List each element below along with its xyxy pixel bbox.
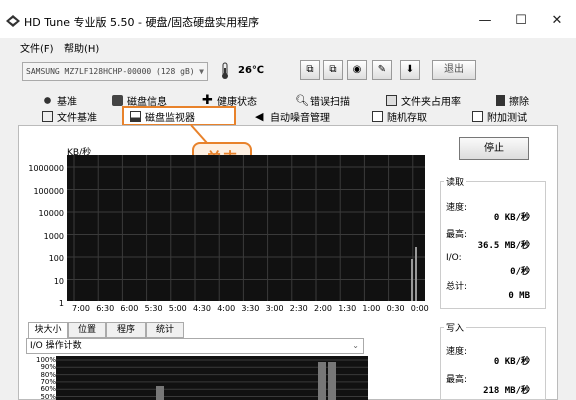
- x-tick-label: 1:30: [338, 304, 357, 313]
- app-icon: [6, 15, 20, 27]
- benchmark-icon: [42, 94, 53, 106]
- x-tick-label: 5:30: [144, 304, 163, 313]
- read-speed-value: 0 KB/秒: [493, 213, 530, 223]
- health-icon: ✚: [202, 92, 213, 108]
- maximize-button[interactable]: ☐: [504, 10, 538, 32]
- x-tick-label: 1:00: [362, 304, 381, 313]
- transfer-chart: [67, 155, 425, 303]
- tab-random-access[interactable]: 随机存取: [372, 108, 427, 124]
- subtab-position[interactable]: 位置: [68, 322, 106, 338]
- subtab-program[interactable]: 程序: [106, 322, 146, 338]
- activity-spike: [415, 247, 417, 301]
- write-speed-value: 0 KB/秒: [493, 357, 530, 367]
- random-access-icon: [372, 110, 383, 122]
- x-tick-label: 2:30: [289, 304, 308, 313]
- y-tick-label: 1: [58, 299, 64, 308]
- tab-error-scan[interactable]: 🔍︎ 错误扫描: [295, 92, 350, 108]
- drive-select[interactable]: SAMSUNG MZ7LF128HCHP-00000 (128 gB) ▼: [22, 62, 208, 81]
- io-chart-svg: [56, 359, 368, 400]
- tab-extra-tests[interactable]: 附加测试: [472, 108, 527, 124]
- io-chart: [56, 356, 368, 400]
- x-tick-label: 5:00: [168, 304, 187, 313]
- error-scan-icon: 🔍︎: [295, 93, 309, 107]
- subtab-statistics[interactable]: 统计: [146, 322, 184, 338]
- io-bar: [156, 386, 164, 400]
- exit-button[interactable]: 退出: [432, 60, 476, 80]
- x-tick-label: 0:30: [386, 304, 405, 313]
- stop-button[interactable]: 停止: [459, 137, 529, 160]
- disk-info-icon: [112, 94, 123, 106]
- x-tick-label: 3:00: [265, 304, 284, 313]
- title-bar: HD Tune 专业版 5.50 - 硬盘/固态硬盘实用程序 — ☐ ✕: [0, 0, 576, 38]
- transfer-chart-svg: [67, 155, 425, 303]
- io-bar: [328, 362, 336, 400]
- x-tick-label: 6:00: [120, 304, 139, 313]
- menu-bar: 文件(F) 帮助(H): [0, 38, 576, 56]
- drive-select-value: SAMSUNG MZ7LF128HCHP-00000 (128 gB): [26, 67, 195, 76]
- percent-tick-label: 50%: [40, 392, 56, 400]
- camera-icon[interactable]: ◉: [347, 60, 367, 80]
- write-max-value: 218 MB/秒: [483, 386, 530, 396]
- tab-benchmark[interactable]: 基准: [42, 92, 77, 108]
- read-total-value: 0 MB: [508, 291, 530, 301]
- callout-pointer: [190, 124, 208, 144]
- io-bar: [318, 362, 326, 400]
- tab-folder-usage[interactable]: 文件夹占用率: [386, 92, 461, 108]
- io-metric-value: I/O 操作计数: [30, 341, 82, 351]
- read-max-value: 36.5 MB/秒: [477, 241, 530, 251]
- chevron-down-icon: ⌄: [352, 341, 359, 350]
- options-icon[interactable]: ✎: [372, 60, 392, 80]
- y-tick-label: 10000: [38, 209, 64, 218]
- io-metric-select[interactable]: I/O 操作计数 ⌄: [26, 338, 364, 354]
- window-title: HD Tune 专业版 5.50 - 硬盘/固态硬盘实用程序: [24, 16, 260, 29]
- y-tick-label: 1000000: [28, 164, 64, 173]
- tab-noise-management[interactable]: ◀ 自动噪音管理: [255, 108, 330, 124]
- x-tick-label: 4:00: [217, 304, 236, 313]
- speaker-icon: ◀: [255, 109, 264, 123]
- close-button[interactable]: ✕: [540, 10, 574, 32]
- tab-disk-monitor[interactable]: 磁盘监视器: [122, 106, 236, 126]
- extra-tests-icon: [472, 110, 483, 122]
- subtab-block-size[interactable]: 块大小: [28, 322, 68, 338]
- write-group-title: 写入: [444, 321, 467, 334]
- x-tick-label: 3:30: [241, 304, 260, 313]
- file-benchmark-icon: [42, 110, 53, 122]
- minimize-button[interactable]: —: [468, 10, 502, 32]
- menu-help[interactable]: 帮助(H): [64, 40, 99, 55]
- x-tick-label: 0:00: [410, 304, 429, 313]
- chevron-down-icon: ▼: [199, 67, 204, 76]
- x-tick-label: 4:30: [193, 304, 211, 313]
- copy-text-icon[interactable]: ⧉: [300, 60, 320, 80]
- y-tick-label: 100: [48, 254, 64, 263]
- read-io-label: I/O:: [446, 253, 462, 263]
- y-tick-label: 100000: [33, 186, 64, 196]
- x-tick-label: 6:30: [96, 304, 115, 313]
- thermometer-icon: [222, 62, 228, 79]
- read-group-title: 读取: [444, 175, 467, 188]
- menu-file[interactable]: 文件(F): [20, 40, 54, 55]
- erase-icon: [496, 94, 505, 106]
- folder-usage-icon: [386, 94, 397, 106]
- save-download-icon[interactable]: ⬇: [400, 60, 420, 80]
- x-tick-label: 7:00: [72, 304, 90, 313]
- y-tick-label: 1000: [43, 231, 64, 241]
- temperature-readout: 26℃: [238, 65, 265, 76]
- y-tick-label: 10: [53, 276, 64, 286]
- copy-all-icon[interactable]: ⧉: [323, 60, 343, 80]
- disk-monitor-icon: [130, 110, 141, 122]
- activity-spike: [411, 259, 413, 301]
- tab-erase[interactable]: 擦除: [496, 92, 529, 108]
- tab-file-benchmark[interactable]: 文件基准: [42, 108, 97, 124]
- read-io-value: 0/秒: [510, 267, 530, 277]
- toolbar: SAMSUNG MZ7LF128HCHP-00000 (128 gB) ▼ 26…: [0, 56, 576, 88]
- x-tick-label: 2:00: [314, 304, 332, 313]
